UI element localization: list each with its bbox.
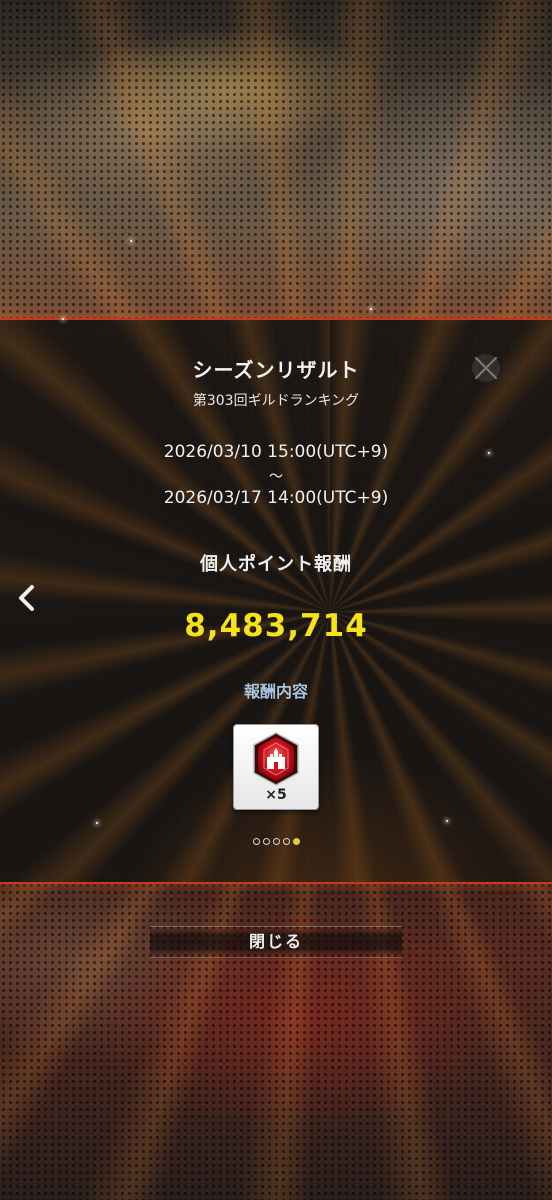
close-button[interactable]: 閉じる bbox=[150, 926, 402, 958]
period-start: 2026/03/10 15:00(UTC+9) bbox=[163, 442, 389, 462]
pagination-dot-active[interactable] bbox=[292, 838, 300, 845]
reward-label: 個人ポイント報酬 bbox=[200, 554, 352, 575]
reward-item[interactable]: ×5 bbox=[233, 724, 319, 810]
sparkle bbox=[370, 308, 372, 310]
pagination-dot[interactable] bbox=[272, 838, 280, 845]
dialog-subtitle: 第303回ギルドランキング bbox=[192, 393, 360, 409]
sparkle bbox=[96, 822, 98, 824]
reward-heading: 報酬内容 bbox=[243, 682, 308, 701]
sparkle bbox=[62, 318, 64, 320]
sparkle bbox=[446, 820, 448, 822]
personal-points: 8,483,714 bbox=[184, 608, 368, 644]
season-result-dialog: シーズンリザルト 第303回ギルドランキング 2026/03/10 15:00(… bbox=[0, 318, 552, 884]
sparkle bbox=[130, 240, 132, 242]
sparkle bbox=[488, 452, 490, 454]
chevron-left-icon[interactable] bbox=[12, 580, 42, 616]
pagination-dot[interactable] bbox=[252, 838, 260, 845]
pagination-dot[interactable] bbox=[262, 838, 270, 845]
red-castle-gem-icon bbox=[253, 732, 299, 786]
pagination-dot[interactable] bbox=[282, 838, 290, 845]
period-end: 2026/03/17 14:00(UTC+9) bbox=[163, 488, 389, 508]
period-separator: 〜 bbox=[269, 469, 283, 485]
dialog-title: シーズンリザルト bbox=[192, 358, 360, 382]
pagination-dots bbox=[0, 838, 552, 845]
reward-quantity: ×5 bbox=[265, 787, 287, 803]
